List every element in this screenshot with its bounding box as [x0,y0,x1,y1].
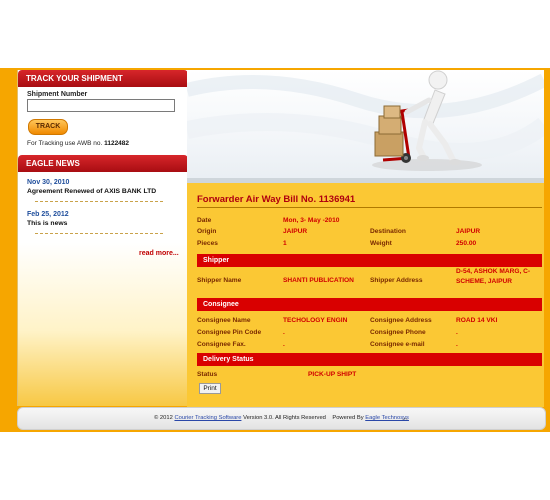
consignee-pin-value: . [283,329,285,336]
footer: © 2012 Courier Tracking Software Version… [17,407,546,430]
news-item: Feb 25, 2012 This is news [27,211,177,234]
news-date: Feb 25, 2012 [27,211,69,218]
date-value: Mon, 3- May -2010 [283,217,340,224]
destination-label: Destination [370,228,406,235]
news-divider [35,201,163,202]
delivery-man-illustration [187,70,544,171]
awb-note-text: For Tracking use AWB no. [27,140,103,147]
news-date: Nov 30, 2010 [27,179,70,186]
tilde-icon: ⌢ [402,413,408,423]
consignee-email-label: Consignee e-mail [370,341,425,348]
page-title: Forwarder Air Way Bill No. 1136941 [197,194,356,205]
delivery-status-section-header: Delivery Status [197,353,542,366]
track-shipment-heading: TRACK YOUR SHIPMENT [18,70,188,87]
consignee-section-header: Consignee [197,298,542,311]
consignee-name-label: Consignee Name [197,317,251,324]
consignee-address-value: ROAD 14 VKI [456,317,498,324]
news-item: Nov 30, 2010 Agreement Renewed of AXIS B… [27,179,177,202]
eagle-news-panel: EAGLE NEWS Nov 30, 2010 Agreement Renewe… [18,155,188,406]
consignee-phone-value: . [456,329,458,336]
track-shipment-panel: TRACK YOUR SHIPMENT Shipment Number TRAC… [18,70,188,154]
awb-note: For Tracking use AWB no. 1122482 [27,140,129,147]
weight-label: Weight [370,240,392,247]
weight-value: 250.00 [456,240,477,247]
pieces-label: Pieces [197,240,218,247]
header-banner [187,70,544,182]
pieces-value: 1 [283,240,287,247]
version-text: Version 3.0. All Rights Reserved [243,415,326,421]
news-divider [35,233,163,234]
status-label: Status [197,371,218,378]
shipper-name-value: SHANTI PUBLICATION [283,277,354,284]
sidebar: TRACK YOUR SHIPMENT Shipment Number TRAC… [17,70,188,406]
shipment-number-input[interactable] [27,99,175,112]
news-text: This is news [27,220,68,227]
consignee-pin-label: Consignee Pin Code [197,329,262,336]
track-button[interactable]: TRACK [28,119,68,135]
consignee-email-value: . [456,341,458,348]
shipment-number-label: Shipment Number [27,91,88,98]
consignee-name-value: TECHOLOGY ENGIN [283,317,348,324]
courier-software-link[interactable]: Courier Tracking Software [174,415,241,421]
shipper-address-value: D-54, ASHOK MARG, C-SCHEME, JAIPUR [456,268,531,285]
read-more-link[interactable]: read more... [139,250,179,257]
consignee-address-label: Consignee Address [370,317,432,324]
shipper-address-label: Shipper Address [370,277,423,284]
consignee-fax-label: Consignee Fax. [197,341,246,348]
shipper-section-header: Shipper [197,254,542,267]
destination-value: JAIPUR [456,228,481,235]
title-divider [197,207,542,208]
airway-bill-details: Forwarder Air Way Bill No. 1136941 Date … [187,183,544,407]
consignee-fax-value: . [283,341,285,348]
status-value: PICK-UP SHIPT [308,371,357,378]
awb-note-number: 1122482 [104,140,130,147]
powered-by-text: Powered By [332,415,364,421]
date-label: Date [197,217,212,224]
print-button[interactable]: Print [199,383,221,394]
origin-label: Origin [197,228,217,235]
eagle-news-heading: EAGLE NEWS [18,155,188,172]
consignee-phone-label: Consignee Phone [370,329,426,336]
origin-value: JAIPUR [283,228,308,235]
news-text: Agreement Renewed of AXIS BANK LTD [27,188,157,195]
copyright-text: © 2012 [154,415,173,421]
shipper-name-label: Shipper Name [197,277,242,284]
